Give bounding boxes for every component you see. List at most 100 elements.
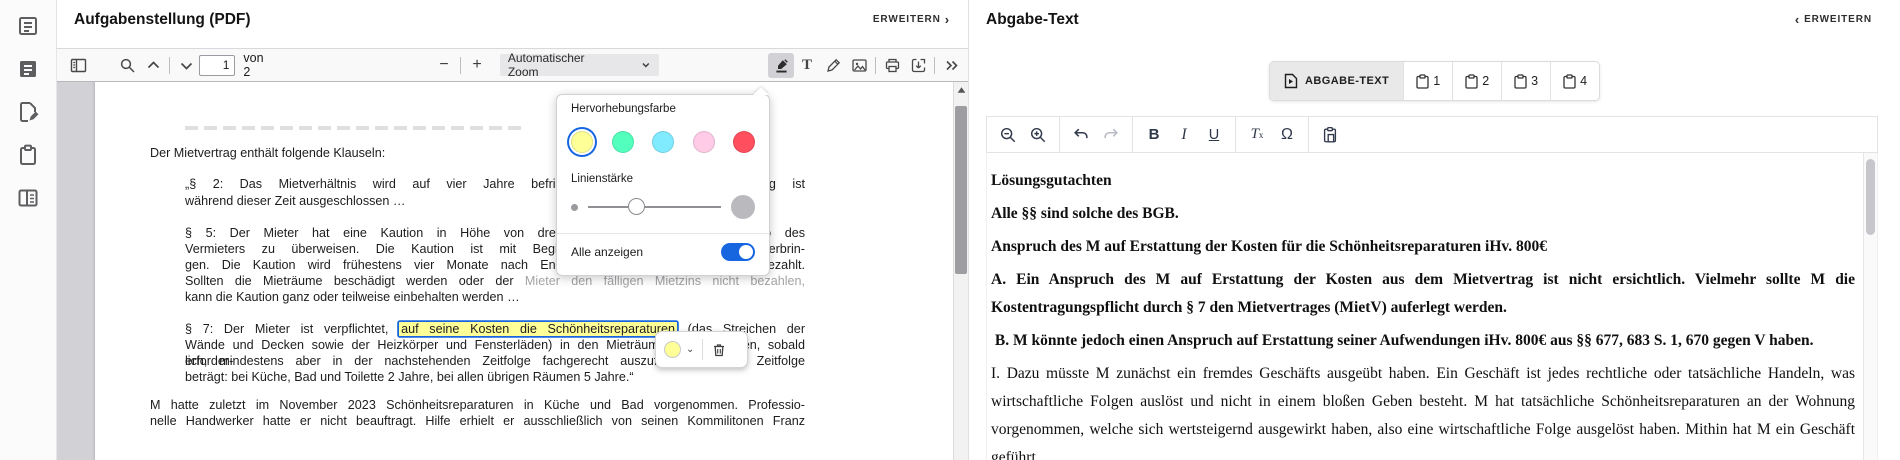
pdf-text-line: beträgt: bei Küche, Bad und Toilette 2 J… (185, 369, 805, 385)
image-icon (851, 57, 868, 74)
highlight-color-swatch[interactable] (571, 131, 593, 153)
tab-abgabe-text[interactable]: ABGABE-TEXT (1270, 62, 1403, 100)
italic-button[interactable]: I (1170, 121, 1198, 149)
article-filled-icon[interactable] (16, 57, 40, 81)
page-number-input[interactable] (199, 55, 235, 76)
trash-icon[interactable] (711, 342, 727, 358)
highlighter-icon (773, 57, 790, 74)
paste-button[interactable] (1316, 121, 1344, 149)
pdf-text-line: kann die Kaution ganz oder teilweise ein… (185, 289, 805, 305)
underline-button[interactable]: U (1200, 121, 1228, 149)
clipboard-icon[interactable] (16, 143, 40, 167)
pdf-text-span: § 7: Der Mieter ist verpflichtet, (185, 322, 399, 336)
popup-divider (557, 233, 769, 234)
article-outline-icon[interactable] (16, 14, 40, 38)
pdf-content-area: Der Mietvertrag enthält folgende Klausel… (57, 82, 968, 460)
highlight-settings-popup: Hervorhebungsfarbe Linienstärke Alle anz… (556, 94, 770, 276)
clipboard-icon (1465, 74, 1478, 89)
zoom-level-select[interactable]: Automatischer Zoom (500, 54, 659, 76)
abgabe-text-icon (1284, 73, 1298, 89)
toggle-knob (739, 245, 753, 259)
image-tool-button[interactable] (846, 53, 872, 78)
popup-notch (753, 87, 769, 95)
pdf-text-span: Mieter den fälligen Mietzins nicht bezah… (525, 274, 805, 288)
pdf-text-span: während dieser Zeit ausgeschlossen … (185, 194, 406, 208)
tab-number[interactable]: 1 (1403, 62, 1452, 100)
clear-formatting-button[interactable]: Tx (1243, 121, 1271, 149)
highlight-annotation[interactable]: auf seine Kosten die Schönheitsreparatur… (399, 322, 677, 336)
pdf-text-span: kann die Kaution ganz oder teilweise ein… (185, 290, 520, 304)
tab-bar: ABGABE-TEXT 1 2 3 4 (969, 61, 1900, 101)
undo-button[interactable] (1067, 121, 1095, 149)
pdf-toolbar: von 2 − + Automatischer Zoom T (57, 49, 968, 82)
download-icon (910, 57, 927, 74)
zoom-in-button[interactable]: + (464, 53, 490, 78)
redo-button[interactable] (1097, 121, 1125, 149)
pdf-text-span: M hatte zuletzt im November 2023 Schönhe… (150, 398, 805, 412)
left-icon-rail (0, 0, 57, 460)
pdf-text-span: Sollten die Mieträume beschädigt werden … (185, 274, 525, 288)
tab-number[interactable]: 3 (1501, 62, 1550, 100)
editor-zoom-out-button[interactable] (994, 121, 1022, 149)
pencil-icon (825, 57, 842, 74)
zoom-out-button[interactable]: − (431, 53, 457, 78)
tab-number[interactable]: 2 (1452, 62, 1501, 100)
pdf-text-span: beträgt: bei Küche, Bad und Toilette 2 J… (185, 370, 634, 384)
page-count-label: von 2 (243, 51, 273, 79)
pdf-panel-title: Aufgabenstellung (PDF) (74, 11, 251, 29)
clipboard-icon (1514, 74, 1527, 89)
search-icon[interactable] (114, 53, 140, 78)
editor-scrollbar[interactable] (1863, 153, 1877, 460)
highlight-color-label: Hervorhebungsfarbe (571, 103, 755, 115)
chevron-left-icon: ‹ (1795, 15, 1800, 25)
more-tools-icon[interactable] (938, 53, 964, 78)
print-icon (884, 57, 901, 74)
editor-panel-title: Abgabe-Text (986, 11, 1079, 29)
pdf-text-span: nelle Handwerker hatte er nicht beauftra… (150, 414, 805, 428)
annotation-color-button[interactable] (664, 341, 681, 358)
highlight-color-swatch[interactable] (733, 131, 755, 153)
editor-scrollbar-thumb[interactable] (1866, 159, 1875, 235)
highlight-color-swatch[interactable] (652, 131, 674, 153)
show-all-toggle[interactable] (721, 243, 755, 261)
slider-track[interactable] (588, 206, 721, 208)
bold-button[interactable]: B (1140, 121, 1168, 149)
mini-toolbar-divider (702, 339, 703, 360)
editor-paragraph: B. M könnte jedoch einen Anspruch auf Er… (991, 327, 1855, 355)
tab-number[interactable]: 4 (1550, 62, 1599, 100)
highlight-color-swatch[interactable] (693, 131, 715, 153)
download-button[interactable] (905, 53, 931, 78)
highlight-color-swatch[interactable] (612, 131, 634, 153)
next-page-icon[interactable] (173, 53, 199, 78)
pdf-text-span: Der Mietvertrag enthält folgende Klausel… (150, 146, 385, 160)
pdf-panel: Aufgabenstellung (PDF) ERWEITERN › (57, 0, 968, 460)
reader-mode-icon[interactable] (16, 186, 40, 210)
pdf-text-line: M hatte zuletzt im November 2023 Schönhe… (150, 397, 805, 413)
editor-text-area[interactable]: Lösungsgutachten Alle §§ sind solche des … (987, 153, 1863, 460)
highlighter-tool-button[interactable] (768, 53, 794, 78)
print-button[interactable] (879, 53, 905, 78)
editor-paragraph: Anspruch des M auf Erstattung der Kosten… (991, 233, 1855, 261)
pdf-viewer: von 2 − + Automatischer Zoom T (56, 48, 968, 460)
editor-zoom-in-button[interactable] (1024, 121, 1052, 149)
freetext-tool-button[interactable]: T (794, 53, 820, 78)
slider-thumb[interactable] (628, 198, 645, 215)
pdf-expand-button[interactable]: ERWEITERN › (873, 11, 950, 25)
slider-max-dot (731, 195, 755, 219)
chevron-down-icon[interactable]: ⌄ (686, 344, 694, 355)
previous-page-icon[interactable] (140, 53, 166, 78)
editor-paragraph: A. Ein Anspruch des M auf Erstattung der… (991, 266, 1855, 322)
clipboard-icon (1563, 74, 1576, 89)
app-window: Aufgabenstellung (PDF) ERWEITERN › (0, 0, 1900, 460)
document-edit-icon[interactable] (16, 100, 40, 124)
ink-tool-button[interactable] (820, 53, 846, 78)
special-character-button[interactable]: Ω (1273, 121, 1301, 149)
slider-min-dot (571, 204, 578, 211)
editor-paragraph: Lösungsgutachten (991, 167, 1855, 195)
editor-expand-button[interactable]: ‹ ERWEITERN (1795, 11, 1872, 25)
editor-toolbar: B I U Tx Ω (986, 116, 1878, 153)
editor-paragraph: Alle §§ sind solche des BGB. (991, 200, 1855, 228)
toggle-sidebar-icon[interactable] (65, 53, 91, 78)
thickness-slider (571, 195, 755, 219)
paste-icon (1321, 126, 1339, 144)
